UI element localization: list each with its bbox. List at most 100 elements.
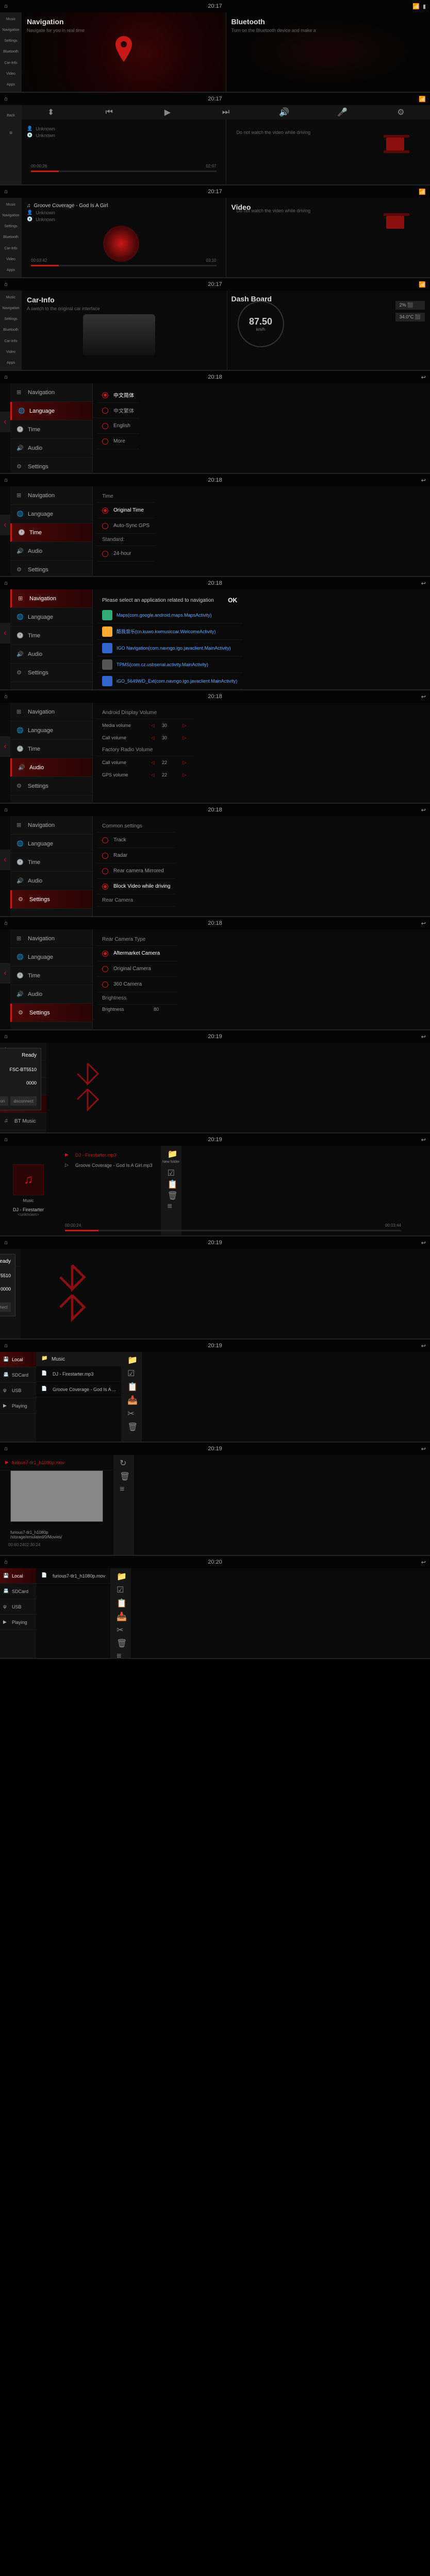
sidebar-settings[interactable]: Settings: [1, 314, 21, 324]
sidebar-bt[interactable]: Bluetooth: [1, 232, 21, 242]
file-row[interactable]: 📄Groove Coverage - God Is A ...: [36, 1382, 121, 1397]
back-icon[interactable]: ↩: [421, 693, 426, 700]
home-icon[interactable]: ⌂: [4, 1559, 8, 1565]
sidebar-nav[interactable]: Navigation: [1, 25, 21, 35]
back-arrow[interactable]: ‹: [0, 623, 10, 643]
tab-navigation[interactable]: ⊞Navigation: [10, 383, 92, 402]
tab-settings[interactable]: ⚙Settings: [10, 1004, 92, 1022]
copy-icon[interactable]: 📋: [127, 1382, 136, 1390]
home-icon[interactable]: ⌂: [4, 1033, 8, 1040]
new-folder-icon[interactable]: 📁: [117, 1571, 125, 1580]
sidebar-music[interactable]: Music: [1, 200, 21, 210]
sidebar-music[interactable]: Music: [1, 14, 21, 24]
tab-settings[interactable]: ⚙Settings: [10, 664, 92, 682]
time-opt-gps[interactable]: Auto-Sync GPS: [97, 518, 155, 534]
list-icon[interactable]: ≡: [117, 1652, 125, 1660]
select-all-icon[interactable]: ☑: [168, 1168, 175, 1175]
back-arrow[interactable]: ‹: [0, 963, 10, 984]
sidebar-carinfo[interactable]: Car-Info: [1, 58, 21, 68]
opt-block-video[interactable]: Block Video while driving: [97, 879, 175, 894]
copy-icon[interactable]: 📋: [168, 1179, 175, 1187]
gps-vol-slider[interactable]: GPS volume◁22▷: [97, 769, 194, 781]
home-icon[interactable]: ⌂: [4, 580, 8, 586]
file-tab-playing[interactable]: ▶Playing: [0, 1398, 36, 1414]
opt-360-cam[interactable]: 360 Camera: [97, 977, 177, 992]
back-icon[interactable]: ↩: [421, 1240, 426, 1246]
sidebar-bt[interactable]: Bluetooth: [1, 325, 21, 335]
sidebar-settings[interactable]: Settings: [1, 36, 21, 46]
sidebar-bt[interactable]: Bluetooth: [1, 47, 21, 57]
opt-radar[interactable]: Radar: [97, 848, 175, 863]
home-icon[interactable]: ⌂: [4, 807, 8, 813]
bt-connect-button[interactable]: connection: [0, 1096, 8, 1106]
back-icon[interactable]: ↩: [421, 1033, 426, 1040]
increase-icon[interactable]: ▷: [180, 771, 189, 779]
back-icon[interactable]: ↩: [421, 807, 426, 814]
tab-navigation[interactable]: ⊞Navigation: [10, 929, 92, 948]
sidebar-video[interactable]: Video: [1, 69, 21, 79]
opt-aftermarket[interactable]: Aftermarket Camera: [97, 946, 177, 961]
new-folder-icon[interactable]: 📁: [127, 1355, 136, 1363]
back-arrow[interactable]: ‹: [0, 850, 10, 870]
increase-icon[interactable]: ▷: [180, 721, 189, 730]
prev-icon[interactable]: ⏮: [104, 107, 114, 117]
nav-app-igoext[interactable]: iGO_5649WD_Ext(com.navngo.igo.javaclient…: [97, 673, 242, 689]
tab-time[interactable]: 🕐Time: [10, 420, 92, 439]
home-icon[interactable]: ⌂: [4, 374, 8, 380]
opt-track[interactable]: Track: [97, 833, 175, 848]
paste-icon[interactable]: 📥: [117, 1612, 125, 1620]
increase-icon[interactable]: ▷: [180, 734, 189, 742]
tab-audio[interactable]: 🔊Audio: [10, 985, 92, 1004]
dashboard-pane[interactable]: Dash Board 87.50 km/h 2% ⬛ 34.0°C ⬛: [227, 291, 430, 370]
call-vol2-slider[interactable]: Call volume◁22▷: [97, 756, 194, 769]
back-icon[interactable]: ↩: [421, 374, 426, 381]
back-icon[interactable]: ↩: [421, 477, 426, 484]
paste-icon[interactable]: 📥: [127, 1395, 136, 1403]
home-icon[interactable]: ⌂: [4, 281, 8, 287]
copy-icon[interactable]: 📋: [117, 1598, 125, 1606]
track-row[interactable]: ▶DJ - Firestarter.mp3: [61, 1150, 157, 1160]
back-icon[interactable]: ↩: [421, 1343, 426, 1349]
play-one-icon[interactable]: ↻: [120, 1458, 128, 1466]
back-arrow[interactable]: ‹: [0, 515, 10, 535]
bt-disconnect-button[interactable]: disconnect: [0, 1302, 11, 1312]
home-icon[interactable]: ⌂: [4, 920, 8, 926]
sidebar-carinfo[interactable]: Car-Info: [1, 244, 21, 253]
ok-button[interactable]: OK: [228, 597, 237, 604]
tab-navigation[interactable]: ⊞Navigation: [10, 703, 92, 721]
tab-language[interactable]: 🌐Language: [10, 505, 92, 523]
tab-audio[interactable]: 🔊Audio: [10, 872, 92, 890]
time-opt-original[interactable]: Original Time: [97, 503, 155, 518]
sidebar-nav[interactable]: Navigation: [1, 303, 21, 313]
tab-settings[interactable]: ⚙Settings: [10, 561, 92, 579]
home-icon[interactable]: ⌂: [4, 693, 8, 700]
decrease-icon[interactable]: ◁: [148, 721, 157, 730]
bt-disconnect-button[interactable]: disconnect: [10, 1096, 37, 1106]
call-vol-slider[interactable]: Call volume◁30▷: [97, 732, 194, 744]
back-icon[interactable]: ↩: [421, 920, 426, 927]
nav-app-tpms[interactable]: TPMS(com.cz.usbserial.activity.MainActiv…: [97, 656, 242, 673]
nav-app-igo[interactable]: IGO Navigation(com.navngo.igo.javaclient…: [97, 640, 242, 656]
opt-rear-mirror[interactable]: Rear camera Mirrored: [97, 863, 175, 879]
tab-time[interactable]: 🕐Time: [10, 967, 92, 985]
back-icon[interactable]: ↩: [421, 1137, 426, 1143]
tab-time[interactable]: 🕐Time: [10, 626, 92, 645]
track-row[interactable]: ▷Groove Coverage - God Is A Girl.mp3: [61, 1160, 157, 1171]
delete-icon[interactable]: 🗑: [120, 1471, 128, 1480]
sidebar-video[interactable]: Video: [1, 255, 21, 264]
home-icon[interactable]: ⌂: [4, 96, 8, 102]
tab-audio[interactable]: 🔊Audio: [10, 542, 92, 561]
speaker-icon[interactable]: 🔊: [279, 107, 289, 117]
decrease-icon[interactable]: ◁: [148, 734, 157, 742]
tab-time[interactable]: 🕐Time: [10, 740, 92, 758]
all-icon[interactable]: ☑: [127, 1368, 136, 1377]
tab-language[interactable]: 🌐Language: [10, 948, 92, 967]
nav-pane[interactable]: Navigation Navigate for you in real time: [22, 12, 226, 92]
tab-language[interactable]: 🌐Language: [10, 721, 92, 740]
file-tab-sdcard[interactable]: 📇SDCard: [0, 1584, 36, 1599]
sidebar-back[interactable]: Back: [1, 107, 21, 124]
tab-settings[interactable]: ⚙Settings: [10, 890, 92, 909]
folder-icon[interactable]: 📁: [168, 1149, 175, 1156]
list-icon[interactable]: ≡: [120, 1485, 128, 1493]
back-icon[interactable]: ↩: [421, 1559, 426, 1566]
